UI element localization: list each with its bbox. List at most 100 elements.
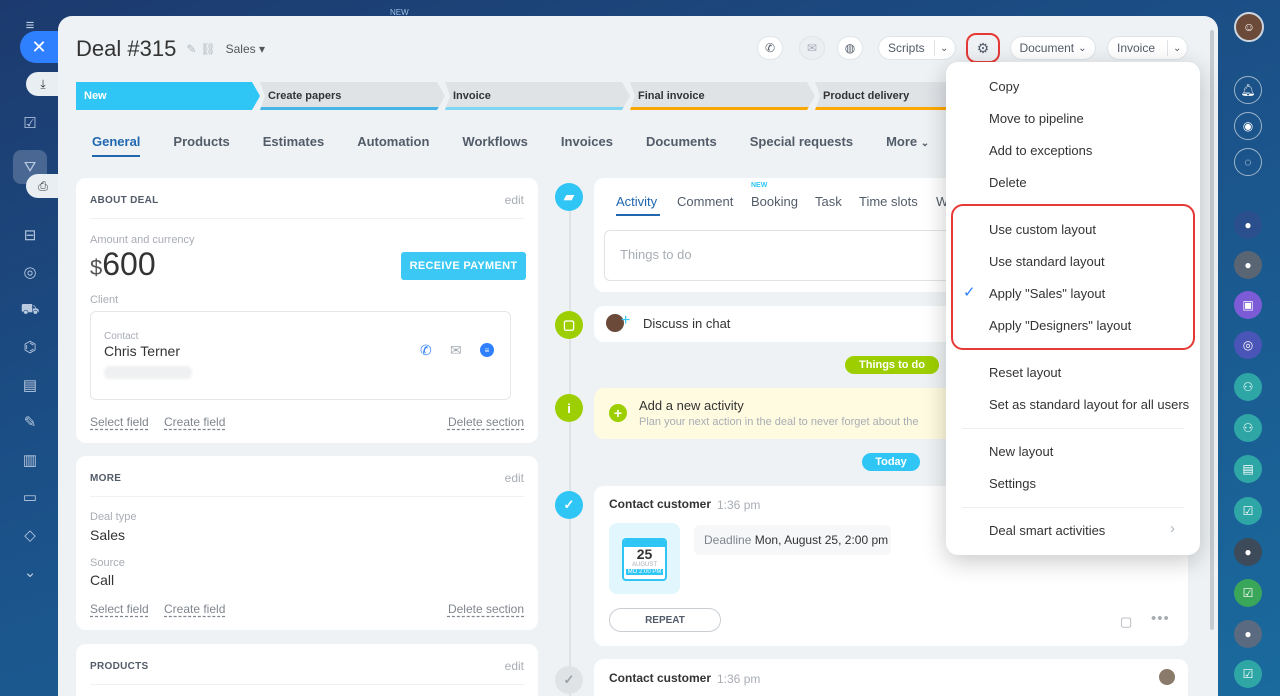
chat-icon[interactable]: ≡	[480, 343, 494, 357]
settings-button[interactable]: ⚙	[970, 36, 996, 60]
stage-new[interactable]: New	[76, 82, 260, 110]
tab-booking[interactable]: Booking	[751, 194, 798, 209]
comments-icon[interactable]: ▤	[1234, 455, 1262, 483]
menu-item-apply-designers-layout[interactable]: Apply "Designers" layout	[989, 318, 1131, 333]
channel-icon[interactable]: ◎	[1234, 331, 1262, 359]
tab-special-requests[interactable]: Special requests	[750, 134, 853, 155]
menu-item-delete[interactable]: Delete	[989, 175, 1027, 190]
note-icon[interactable]: ▢	[1120, 614, 1132, 630]
mail-icon[interactable]: ✉	[450, 342, 462, 359]
team-icon-1[interactable]: ⚇	[1234, 373, 1262, 401]
scrollbar[interactable]	[1210, 30, 1214, 630]
tab-documents[interactable]: Documents	[646, 134, 717, 155]
tab-invoices[interactable]: Invoices	[561, 134, 613, 155]
more-section: MORE edit Deal type Sales Source Call Se…	[76, 456, 538, 630]
receive-payment-button[interactable]: RECEIVE PAYMENT	[401, 252, 526, 280]
task-chat-icon-3[interactable]: ☑	[1234, 660, 1262, 688]
stage-create-papers[interactable]: Create papers	[260, 82, 445, 110]
group-chat-icon[interactable]: ▣	[1234, 291, 1262, 319]
copilot-icon[interactable]: ◉	[1234, 112, 1262, 140]
tab-comment[interactable]: Comment	[677, 194, 733, 209]
phone-button[interactable]: ✆	[757, 36, 783, 60]
repeat-button[interactable]: REPEAT	[609, 608, 721, 632]
stage-final-invoice[interactable]: Final invoice	[630, 82, 815, 110]
monitor-icon[interactable]: ▭	[20, 487, 40, 507]
things-to-do-input[interactable]: Things to do	[604, 230, 994, 281]
chevron-down-icon[interactable]: ⌄	[940, 43, 948, 54]
pipeline-selector[interactable]: Sales ▾	[226, 42, 265, 56]
contact-avatar-4[interactable]: ●	[1234, 620, 1262, 648]
email-button[interactable]: ✉	[799, 36, 825, 60]
scripts-button[interactable]: Scripts ⌄	[878, 36, 956, 60]
edit-link[interactable]: edit	[505, 193, 524, 207]
target-icon[interactable]: ◎	[20, 262, 40, 282]
edit-link[interactable]: edit	[505, 471, 524, 485]
chat-button[interactable]: ◍	[837, 36, 863, 60]
tab-activity[interactable]: Activity	[616, 194, 657, 209]
tab-task[interactable]: Task	[815, 194, 842, 209]
contact-avatar-2[interactable]: ●	[1234, 251, 1262, 279]
discuss-in-chat-card[interactable]: + Discuss in chat	[594, 306, 994, 342]
task-chat-icon-1[interactable]: ☑	[1234, 497, 1262, 525]
stage-invoice[interactable]: Invoice	[445, 82, 630, 110]
document-icon[interactable]: ▤	[20, 375, 40, 395]
add-activity-card[interactable]: + Add a new activity Plan your next acti…	[594, 388, 994, 439]
calendar-page: 25 AUGUST MO 2:00 PM	[622, 538, 667, 581]
chat-icon[interactable]: ◌	[1234, 148, 1262, 176]
print-icon[interactable]: ⎙	[26, 174, 60, 198]
link-icon[interactable]: ⛓	[200, 42, 215, 56]
menu-item-reset-layout[interactable]: Reset layout	[989, 365, 1061, 380]
stage-label: Create papers	[268, 90, 342, 102]
stage-product-delivery[interactable]: Product delivery	[815, 82, 955, 110]
more-options-icon[interactable]: •••	[1151, 610, 1170, 627]
minimize-icon[interactable]: ⤓	[26, 72, 60, 96]
menu-item-settings[interactable]: Settings	[989, 476, 1036, 491]
contact-avatar-3[interactable]: ●	[1234, 538, 1262, 566]
chevron-down-icon[interactable]: ⌄	[1173, 43, 1181, 54]
check-dot-icon: ✓	[555, 666, 583, 694]
select-field-link[interactable]: Select field	[90, 602, 149, 616]
tab-time-slots[interactable]: Time slots	[859, 194, 918, 209]
menu-item-add-to-exceptions[interactable]: Add to exceptions	[989, 143, 1092, 158]
chevron-down-icon[interactable]: ⌄	[20, 562, 40, 582]
user-avatar[interactable]: ☺	[1234, 12, 1264, 42]
create-field-link[interactable]: Create field	[164, 602, 225, 616]
tasks-icon[interactable]: ☑	[20, 113, 40, 133]
edit-link[interactable]: edit	[505, 659, 524, 673]
tab-general[interactable]: General	[92, 134, 141, 157]
team-icon-2[interactable]: ⚇	[1234, 414, 1262, 442]
tab-more[interactable]: More ⌄	[886, 134, 929, 155]
menu-item-apply-sales-layout[interactable]: Apply "Sales" layout	[989, 286, 1105, 301]
robot-icon[interactable]: ⌬	[20, 337, 40, 357]
edit-pencil-icon[interactable]: ✎	[186, 42, 196, 56]
task-chat-icon-2[interactable]: ☑	[1234, 579, 1262, 607]
pen-icon[interactable]: ✎	[20, 412, 40, 432]
menu-item-deal-smart-activities[interactable]: Deal smart activities	[989, 523, 1105, 538]
menu-item-move-to-pipeline[interactable]: Move to pipeline	[989, 111, 1084, 126]
delete-section-link[interactable]: Delete section	[448, 602, 524, 616]
tab-products[interactable]: Products	[173, 134, 229, 155]
tab-automation[interactable]: Automation	[357, 134, 429, 155]
inbox-icon[interactable]: ⊟	[20, 225, 40, 245]
delete-section-link[interactable]: Delete section	[448, 415, 524, 429]
menu-item-use-standard-layout[interactable]: Use standard layout	[989, 254, 1105, 269]
document-button[interactable]: Document ⌄	[1010, 36, 1096, 60]
deadline-box[interactable]: Deadline Mon, August 25, 2:00 pm	[694, 525, 891, 555]
deal-type-value: Sales	[90, 527, 126, 543]
menu-item-use-custom-layout[interactable]: Use custom layout	[989, 222, 1096, 237]
menu-item-new-layout[interactable]: New layout	[989, 444, 1053, 459]
phone-icon[interactable]: ✆	[420, 342, 432, 359]
tab-estimates[interactable]: Estimates	[263, 134, 324, 155]
bell-icon[interactable]: 🔔︎	[1234, 76, 1262, 104]
box-icon[interactable]: ◇	[20, 525, 40, 545]
contact-name[interactable]: Chris Terner	[104, 343, 180, 359]
select-field-link[interactable]: Select field	[90, 415, 149, 429]
menu-item-copy[interactable]: Copy	[989, 79, 1019, 94]
invoice-button[interactable]: Invoice ⌄	[1107, 36, 1188, 60]
cart-icon[interactable]: ⛟	[20, 300, 40, 320]
tab-workflows[interactable]: Workflows	[462, 134, 528, 155]
menu-item-set-standard-layout[interactable]: Set as standard layout for all users	[989, 397, 1189, 412]
analytics-icon[interactable]: ▥	[20, 450, 40, 470]
contact-avatar-1[interactable]: ●	[1234, 211, 1262, 239]
create-field-link[interactable]: Create field	[164, 415, 225, 429]
